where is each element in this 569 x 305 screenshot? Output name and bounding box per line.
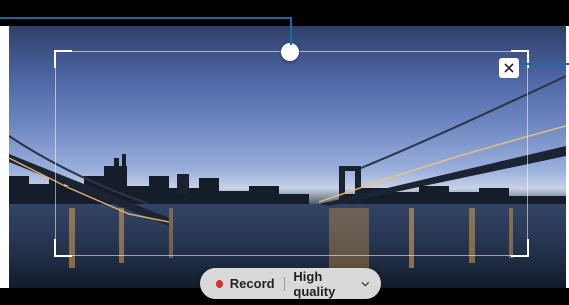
record-dot-icon bbox=[216, 279, 223, 288]
toolbar-divider bbox=[283, 276, 285, 291]
recording-toolbar: Record High quality bbox=[200, 268, 381, 299]
top-margin bbox=[0, 0, 569, 26]
close-button[interactable] bbox=[499, 58, 519, 78]
callout-line-left-h bbox=[0, 17, 292, 19]
resize-handle[interactable] bbox=[281, 43, 299, 61]
crop-selection-box[interactable] bbox=[54, 50, 529, 257]
close-icon bbox=[504, 63, 514, 73]
quality-dropdown[interactable]: High quality bbox=[293, 269, 356, 299]
crop-corner-top-left[interactable] bbox=[54, 50, 72, 68]
crop-corner-bottom-left[interactable] bbox=[54, 239, 72, 257]
callout-line-left-v bbox=[290, 17, 292, 45]
crop-corner-bottom-right[interactable] bbox=[511, 239, 529, 257]
record-button[interactable]: Record bbox=[230, 276, 275, 291]
chevron-down-icon[interactable] bbox=[360, 279, 369, 289]
callout-line-right-h bbox=[519, 63, 569, 65]
